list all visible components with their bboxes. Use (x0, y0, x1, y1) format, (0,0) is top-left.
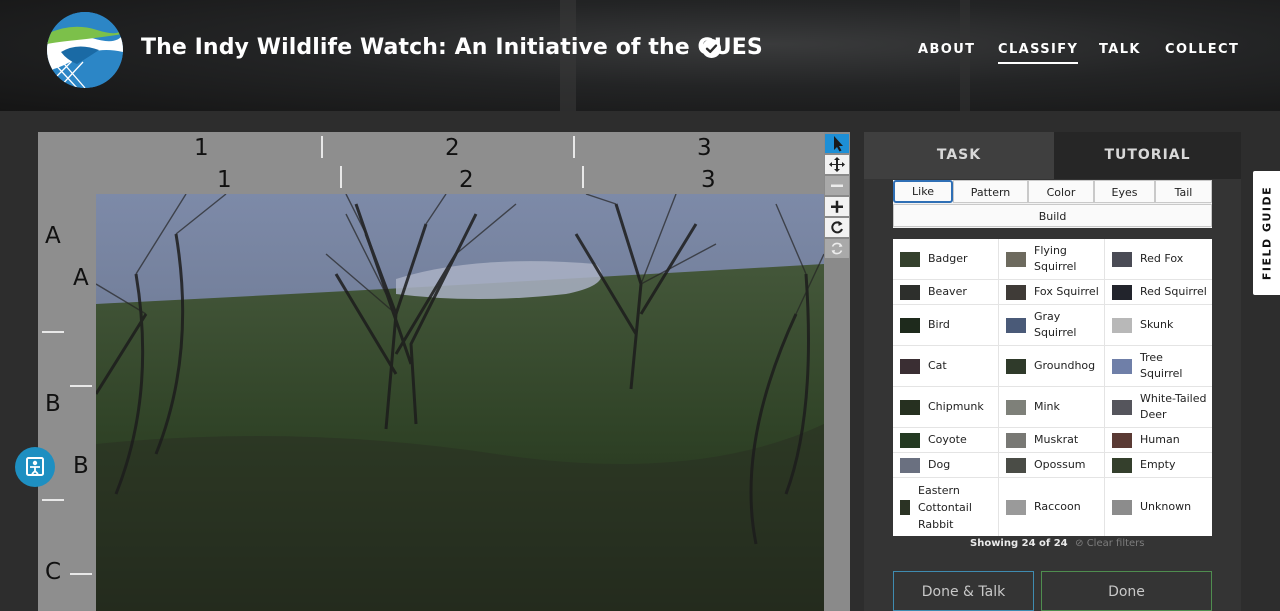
filter-tail[interactable]: Tail (1155, 180, 1212, 203)
species-badger[interactable]: Badger (893, 239, 999, 280)
clear-icon: ⊘ (1075, 538, 1084, 549)
species-thumbnail (1112, 251, 1132, 267)
species-gray-squirrel[interactable]: Gray Squirrel (999, 305, 1105, 346)
grid-col-label: 2 (459, 167, 474, 193)
species-thumbnail (1006, 399, 1026, 415)
species-thumbnail (900, 358, 920, 374)
species-coyote[interactable]: Coyote (893, 428, 999, 453)
filter-like[interactable]: Like (893, 180, 953, 203)
species-unknown[interactable]: Unknown (1105, 478, 1212, 536)
species-cat[interactable]: Cat (893, 346, 999, 387)
characteristic-filters: Like Pattern Color Eyes Tail Build (893, 180, 1212, 228)
grid-row-label: A (73, 265, 89, 291)
species-mink[interactable]: Mink (999, 387, 1105, 428)
species-human[interactable]: Human (1105, 428, 1212, 453)
species-groundhog[interactable]: Groundhog (999, 346, 1105, 387)
nav-classify[interactable]: CLASSIFY (998, 42, 1079, 64)
species-red-fox[interactable]: Red Fox (1105, 239, 1212, 280)
species-thumbnail (1006, 317, 1026, 333)
species-bird[interactable]: Bird (893, 305, 999, 346)
grid-row-label: A (45, 223, 61, 249)
accessibility-icon[interactable] (15, 447, 55, 487)
nav-collect[interactable]: COLLECT (1165, 42, 1239, 62)
nav-about[interactable]: ABOUT (918, 42, 975, 62)
species-dog[interactable]: Dog (893, 453, 999, 478)
species-thumbnail (1006, 432, 1026, 448)
species-thumbnail (1006, 457, 1026, 473)
site-header: The Indy Wildlife Watch: An Initiative o… (0, 0, 1280, 111)
grid-col-label: 1 (217, 167, 232, 193)
species-thumbnail (900, 251, 920, 267)
filter-color[interactable]: Color (1028, 180, 1094, 203)
species-chipmunk[interactable]: Chipmunk (893, 387, 999, 428)
species-fox-squirrel[interactable]: Fox Squirrel (999, 280, 1105, 305)
species-thumbnail (1006, 251, 1026, 267)
species-opossum[interactable]: Opossum (999, 453, 1105, 478)
species-beaver[interactable]: Beaver (893, 280, 999, 305)
species-empty[interactable]: Empty (1105, 453, 1212, 478)
species-white-tailed-deer[interactable]: White-Tailed Deer (1105, 387, 1212, 428)
camera-trap-image[interactable] (96, 194, 824, 611)
species-red-squirrel[interactable]: Red Squirrel (1105, 280, 1212, 305)
grid-col-label: 3 (701, 167, 716, 193)
species-thumbnail (1112, 399, 1132, 415)
subject-viewer[interactable]: 1 2 3 1 2 3 A B C A B (38, 132, 824, 611)
filter-eyes[interactable]: Eyes (1094, 180, 1155, 203)
species-thumbnail (1006, 284, 1026, 300)
species-muskrat[interactable]: Muskrat (999, 428, 1105, 453)
viewer-toolbar (824, 132, 850, 611)
species-skunk[interactable]: Skunk (1105, 305, 1212, 346)
nav-talk[interactable]: TALK (1099, 42, 1141, 62)
species-thumbnail (1006, 499, 1026, 515)
project-logo[interactable] (47, 12, 123, 88)
species-thumbnail (1112, 317, 1132, 333)
filter-build[interactable]: Build (893, 204, 1212, 227)
species-tree-squirrel[interactable]: Tree Squirrel (1105, 346, 1212, 387)
zoom-in-icon[interactable] (825, 197, 849, 216)
grid-col-label: 2 (445, 135, 460, 161)
species-thumbnail (900, 284, 920, 300)
grid-row-label: C (45, 559, 62, 585)
species-list: Badger Flying Squirrel Red Fox Beaver Fo… (893, 239, 1212, 536)
grid-col-label: 1 (194, 135, 209, 161)
species-thumbnail (1112, 358, 1132, 374)
filter-pattern[interactable]: Pattern (953, 180, 1028, 203)
species-thumbnail (1112, 457, 1132, 473)
clear-filters-button[interactable]: ⊘ Clear filters (1075, 538, 1144, 549)
species-raccoon[interactable]: Raccoon (999, 478, 1105, 536)
verified-badge-icon (702, 39, 721, 58)
species-thumbnail (900, 457, 920, 473)
species-thumbnail (900, 432, 920, 448)
grid-col-label: 3 (697, 135, 712, 161)
field-guide-tab[interactable]: FIELD GUIDE (1253, 171, 1280, 295)
species-thumbnail (1112, 432, 1132, 448)
species-thumbnail (1112, 499, 1132, 515)
species-thumbnail (1006, 358, 1026, 374)
reset-icon[interactable] (825, 239, 849, 258)
showing-count: Showing 24 of 24 ⊘ Clear filters (970, 538, 1145, 549)
species-thumbnail (900, 499, 910, 515)
species-thumbnail (900, 399, 920, 415)
move-icon[interactable] (825, 155, 849, 174)
done-and-talk-button[interactable]: Done & Talk (893, 571, 1034, 611)
tab-tutorial[interactable]: TUTORIAL (1054, 132, 1241, 179)
done-button[interactable]: Done (1041, 571, 1212, 611)
zoom-out-icon[interactable] (825, 176, 849, 195)
grid-row-label: B (73, 453, 89, 479)
species-thumbnail (1112, 284, 1132, 300)
tab-task[interactable]: TASK (864, 132, 1054, 179)
species-flying-squirrel[interactable]: Flying Squirrel (999, 239, 1105, 280)
rotate-icon[interactable] (825, 218, 849, 237)
grid-row-label: B (45, 391, 61, 417)
species-thumbnail (900, 317, 920, 333)
project-title[interactable]: The Indy Wildlife Watch: An Initiative o… (141, 35, 763, 60)
species-eastern-cottontail-rabbit[interactable]: Eastern Cottontail Rabbit (893, 478, 999, 536)
pointer-icon[interactable] (825, 134, 849, 153)
